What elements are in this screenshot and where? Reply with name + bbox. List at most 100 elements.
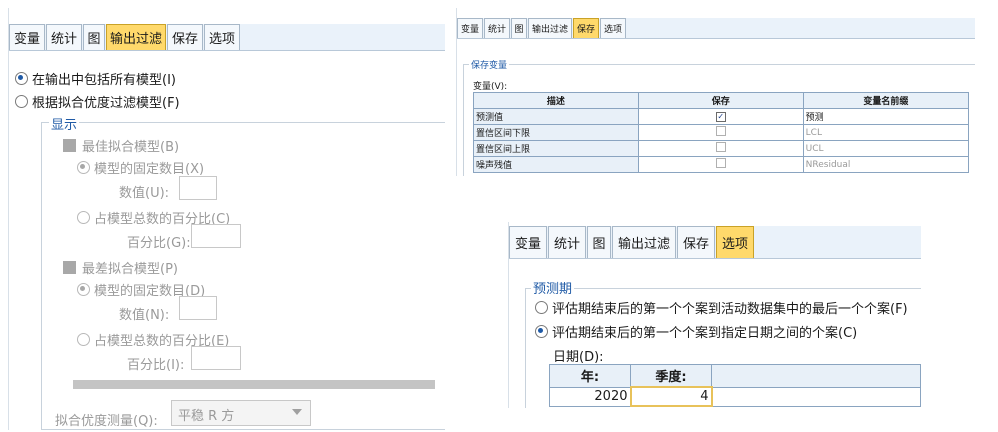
radio-to-last-case[interactable]: 评估期结束后的第一个个案到活动数据集中的最后一个个案(F) bbox=[535, 298, 908, 317]
radio-button-icon bbox=[15, 72, 28, 85]
display-group-legend: 显示 bbox=[49, 114, 80, 133]
date-label: 日期(D): bbox=[553, 350, 604, 365]
quarter-input[interactable]: 4 bbox=[629, 386, 713, 407]
percent-label-worst: 百分比(I): bbox=[127, 358, 185, 373]
percent-input-best[interactable] bbox=[191, 224, 241, 248]
radio-button-icon bbox=[77, 211, 90, 224]
fit-measure-label: 拟合优度测量(Q): bbox=[55, 414, 158, 429]
radio-include-all-models[interactable]: 在输出中包括所有模型(I) bbox=[15, 69, 176, 88]
variables-label: 变量(V): bbox=[473, 82, 508, 92]
date-table: 年: 季度: 2020 4 bbox=[549, 364, 921, 407]
forecast-period-legend: 预测期 bbox=[531, 278, 575, 297]
prefix-input[interactable]: LCL bbox=[802, 124, 970, 141]
radio-label: 根据拟合优度过滤模型(F) bbox=[32, 96, 180, 111]
prefix-input[interactable]: UCL bbox=[802, 140, 970, 157]
radio-button-icon bbox=[15, 95, 28, 108]
fit-measure-select[interactable]: 平稳 R 方 bbox=[171, 400, 311, 426]
checkbox-icon[interactable] bbox=[715, 142, 726, 152]
save-checkbox-cell[interactable]: ✓ bbox=[637, 108, 804, 125]
radio-filter-by-fit[interactable]: 根据拟合优度过滤模型(F) bbox=[15, 92, 180, 111]
tab-options[interactable]: 选项 bbox=[600, 18, 626, 38]
tab-output-filter[interactable]: 输出过滤 bbox=[528, 18, 572, 38]
table-header-row: 描述 保存 变量名前缀 bbox=[473, 92, 970, 109]
row-description: 置信区间下限 bbox=[473, 124, 639, 141]
tab-plots[interactable]: 图 bbox=[587, 226, 611, 258]
number-label-worst: 数值(N): bbox=[119, 308, 170, 323]
worst-fit-checkbox[interactable]: 最差拟合模型(P) bbox=[63, 258, 178, 277]
checkbox-icon[interactable] bbox=[715, 158, 726, 168]
tab-save[interactable]: 保存 bbox=[573, 18, 599, 38]
radio-to-specified-date[interactable]: 评估期结束后的第一个个案到指定日期之间的个案(C) bbox=[535, 322, 857, 341]
empty-header-cell bbox=[711, 364, 921, 388]
radio-button-icon bbox=[77, 161, 90, 174]
checkbox-label: 最差拟合模型(P) bbox=[82, 262, 178, 277]
tab-options[interactable]: 选项 bbox=[716, 226, 754, 258]
tab-strip-save: 变量 统计 图 输出过滤 保存 选项 bbox=[457, 18, 975, 39]
output-filter-panel: 变量 统计 图 输出过滤 保存 选项 在输出中包括所有模型(I) 根据拟合优度过… bbox=[8, 8, 445, 430]
save-panel: 变量 统计 图 输出过滤 保存 选项 保存变量 变量(V): 描述 保存 变量名… bbox=[456, 8, 975, 176]
tab-statistics[interactable]: 统计 bbox=[548, 226, 586, 258]
save-checkbox-cell[interactable] bbox=[637, 156, 804, 173]
disabled-slider-bar bbox=[73, 380, 435, 389]
tab-variables[interactable]: 变量 bbox=[509, 226, 547, 258]
radio-button-icon bbox=[77, 333, 90, 346]
prefix-input[interactable]: NResidual bbox=[802, 156, 970, 173]
tab-save[interactable]: 保存 bbox=[677, 226, 715, 258]
column-header-prefix: 变量名前缀 bbox=[802, 92, 970, 109]
table-row: 2020 4 bbox=[549, 386, 921, 407]
tab-strip-options: 变量 统计 图 输出过滤 保存 选项 bbox=[509, 226, 921, 259]
number-input-best[interactable] bbox=[179, 176, 217, 200]
table-row: 预测值 ✓ 预测 bbox=[473, 108, 970, 125]
number-input-worst[interactable] bbox=[179, 296, 217, 320]
tab-statistics[interactable]: 统计 bbox=[484, 18, 510, 38]
table-row: 置信区间下限 LCL bbox=[473, 124, 970, 141]
row-description: 噪声残值 bbox=[473, 156, 639, 173]
column-header-save: 保存 bbox=[637, 92, 804, 109]
tab-plots[interactable]: 图 bbox=[511, 18, 527, 38]
radio-button-icon bbox=[535, 301, 548, 314]
tab-options[interactable]: 选项 bbox=[204, 24, 240, 50]
column-header-description: 描述 bbox=[473, 92, 639, 109]
checkbox-icon[interactable] bbox=[715, 126, 726, 136]
table-row: 置信区间上限 UCL bbox=[473, 140, 970, 157]
year-input[interactable]: 2020 bbox=[549, 386, 631, 407]
radio-label: 评估期结束后的第一个个案到指定日期之间的个案(C) bbox=[552, 326, 858, 341]
radio-label: 评估期结束后的第一个个案到活动数据集中的最后一个个案(F) bbox=[552, 302, 908, 317]
column-header-year: 年: bbox=[549, 364, 631, 388]
save-checkbox-cell[interactable] bbox=[637, 124, 804, 141]
radio-button-icon bbox=[535, 325, 548, 338]
checkbox-icon bbox=[63, 261, 76, 274]
checkbox-checked-icon[interactable]: ✓ bbox=[715, 111, 726, 122]
percent-input-worst[interactable] bbox=[191, 346, 241, 370]
tab-plots[interactable]: 图 bbox=[83, 24, 105, 50]
best-fit-checkbox[interactable]: 最佳拟合模型(B) bbox=[63, 136, 179, 155]
tab-output-filter[interactable]: 输出过滤 bbox=[106, 24, 166, 50]
table-header-row: 年: 季度: bbox=[549, 364, 921, 388]
empty-cell bbox=[711, 386, 921, 407]
number-label-best: 数值(U): bbox=[119, 186, 170, 201]
tab-save[interactable]: 保存 bbox=[167, 24, 203, 50]
percent-label-best: 百分比(G): bbox=[127, 236, 191, 251]
fit-measure-value: 平稳 R 方 bbox=[178, 409, 235, 424]
radio-button-icon bbox=[77, 283, 90, 296]
tab-statistics[interactable]: 统计 bbox=[46, 24, 82, 50]
checkbox-label: 最佳拟合模型(B) bbox=[82, 140, 180, 155]
row-description: 置信区间上限 bbox=[473, 140, 639, 157]
column-header-quarter: 季度: bbox=[630, 364, 712, 388]
tab-strip-filter: 变量 统计 图 输出过滤 保存 选项 bbox=[9, 24, 445, 51]
row-description: 预测值 bbox=[473, 108, 639, 125]
radio-fixed-count-best[interactable]: 模型的固定数目(X) bbox=[77, 158, 204, 177]
save-variables-legend: 保存变量 bbox=[469, 58, 510, 71]
chevron-down-icon bbox=[292, 409, 302, 415]
options-panel: 变量 统计 图 输出过滤 保存 选项 预测期 评估期结束后的第一个个案到活动数据… bbox=[508, 222, 921, 408]
table-row: 噪声残值 NResidual bbox=[473, 156, 970, 173]
radio-label: 模型的固定数目(X) bbox=[94, 162, 205, 177]
tab-output-filter[interactable]: 输出过滤 bbox=[612, 226, 676, 258]
prefix-input[interactable]: 预测 bbox=[802, 108, 970, 125]
checkbox-icon bbox=[63, 139, 76, 152]
tab-variables[interactable]: 变量 bbox=[457, 18, 483, 38]
save-variables-table: 描述 保存 变量名前缀 预测值 ✓ 预测 置信区间下限 LCL 置信区间上限 U… bbox=[473, 92, 970, 173]
radio-label: 在输出中包括所有模型(I) bbox=[32, 73, 176, 88]
tab-variables[interactable]: 变量 bbox=[9, 24, 45, 50]
save-checkbox-cell[interactable] bbox=[637, 140, 804, 157]
